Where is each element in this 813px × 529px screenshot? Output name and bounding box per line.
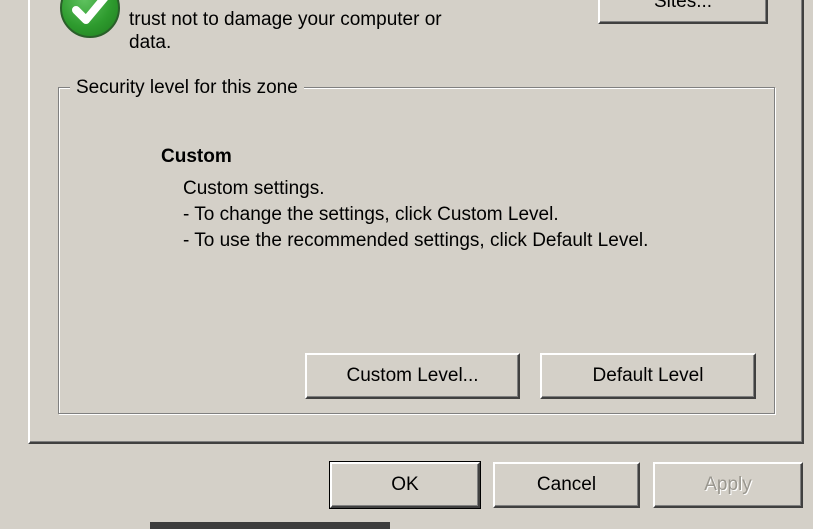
apply-button[interactable]: Apply — [653, 462, 803, 508]
cancel-button[interactable]: Cancel — [493, 462, 640, 508]
level-description-line: - To use the recommended settings, click… — [183, 230, 649, 251]
ok-button[interactable]: OK — [329, 461, 481, 509]
level-description-line: - To change the settings, click Custom L… — [183, 204, 559, 225]
sites-button[interactable]: Sites... — [598, 0, 768, 24]
window-edge-strip — [150, 522, 390, 529]
zone-description-line2: data. — [129, 32, 172, 53]
custom-level-button[interactable]: Custom Level... — [305, 353, 520, 399]
zone-description-line1: trust not to damage your computer or — [129, 9, 442, 30]
security-level-name: Custom — [161, 146, 232, 167]
security-level-legend: Security level for this zone — [70, 77, 304, 99]
sites-button-label: Sites... — [653, 0, 713, 12]
trusted-sites-check-icon — [60, 0, 120, 38]
level-description-line: Custom settings. — [183, 178, 325, 199]
internet-options-dialog: trust not to damage your computer or dat… — [0, 0, 813, 529]
security-level-description: Custom settings. - To change the setting… — [183, 176, 648, 254]
zone-description: trust not to damage your computer or dat… — [129, 8, 529, 54]
default-level-button[interactable]: Default Level — [540, 353, 756, 399]
